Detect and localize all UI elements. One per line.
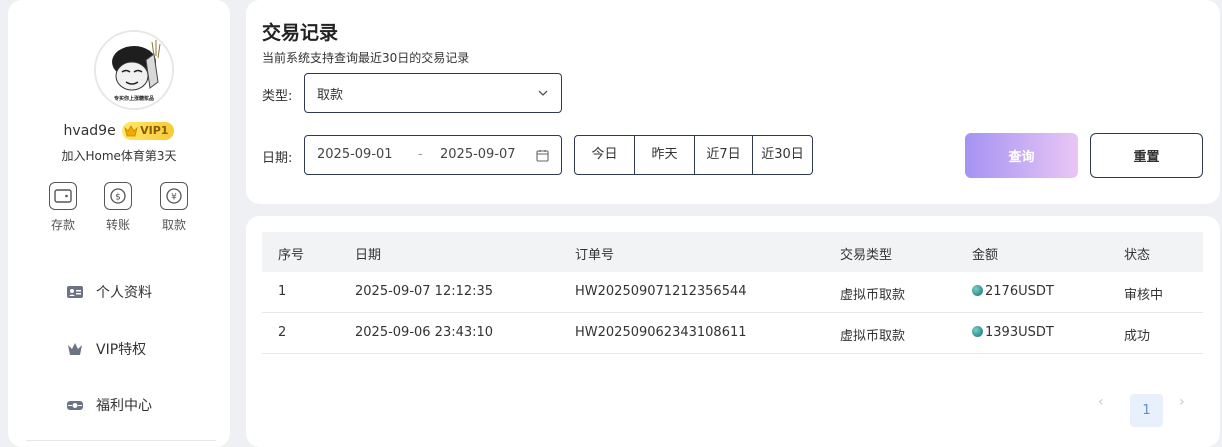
cell-type: 虚拟币取款 (840, 288, 906, 303)
deposit-button[interactable]: 存款 (35, 182, 91, 233)
cell-status: 成功 (1124, 329, 1151, 344)
cell-no: 2 (278, 325, 287, 340)
type-select-value: 取款 (317, 87, 344, 103)
amount-value: 1393USDT (985, 325, 1054, 340)
usdt-coin-icon (972, 285, 983, 296)
table-header: 序号 日期 订单号 交易类型 金额 状态 (262, 232, 1203, 272)
reset-button[interactable]: 重置 (1090, 133, 1203, 178)
page-title: 交易记录 (262, 22, 339, 44)
quick-range-group: 今日 昨天 近7日 近30日 (574, 135, 813, 175)
sidebar-item-label: VIP特权 (96, 342, 147, 358)
sidebar-item-profile[interactable]: 个人资料 (66, 278, 216, 306)
prev-page-button[interactable]: ‹ (1098, 394, 1104, 410)
range-today-button[interactable]: 今日 (575, 136, 634, 174)
usdt-coin-icon (972, 326, 983, 337)
cell-status: 审核中 (1124, 288, 1164, 303)
cell-order: HW202509071212356544 (575, 284, 747, 299)
crown-icon (68, 343, 82, 355)
username: hvad9e (63, 123, 116, 139)
cell-order: HW202509062343108611 (575, 325, 747, 340)
type-select[interactable]: 取款 (304, 73, 562, 113)
records-table-panel: 序号 日期 订单号 交易类型 金额 状态 1 2025-09-07 12:12:… (246, 216, 1220, 447)
wallet-icon (49, 182, 77, 210)
cell-type: 虚拟币取款 (840, 329, 906, 344)
yen-icon: ¥ (160, 182, 188, 210)
column-header: 状态 (1124, 248, 1151, 263)
sidebar-item-label: 个人资料 (96, 285, 152, 301)
filter-panel: 交易记录 当前系统支持查询最近30日的交易记录 类型: 取款 日期: 2025-… (246, 0, 1220, 204)
column-header: 金额 (972, 248, 999, 263)
id-card-icon (67, 286, 83, 298)
cell-amount: 1393USDT (972, 325, 1054, 340)
date-end-input[interactable]: 2025-09-07 (440, 147, 516, 162)
cell-amount: 2176USDT (972, 284, 1054, 299)
svg-text:$: $ (115, 193, 121, 203)
column-header: 日期 (355, 248, 382, 263)
date-range-picker[interactable]: 2025-09-01 - 2025-09-07 (304, 135, 562, 175)
type-label: 类型: (262, 89, 293, 104)
vip-badge[interactable]: VIP1 (122, 122, 175, 140)
chevron-down-icon (538, 90, 548, 96)
sidebar: 专买你上涨糖浆品 hvad9e VIP1 加入Home体育第3天 存款 $ 转账… (8, 0, 230, 447)
amount-value: 2176USDT (985, 284, 1054, 299)
column-header: 交易类型 (840, 248, 893, 263)
join-days-text: 加入Home体育第3天 (61, 149, 177, 163)
vip-crown-icon (124, 125, 138, 137)
sidebar-item-vip[interactable]: VIP特权 (66, 335, 216, 363)
page-subtitle: 当前系统支持查询最近30日的交易记录 (262, 51, 470, 65)
range-30days-button[interactable]: 近30日 (752, 136, 812, 174)
cell-date: 2025-09-06 23:43:10 (355, 325, 494, 340)
column-header: 序号 (278, 248, 305, 263)
cell-no: 1 (278, 284, 287, 299)
svg-text:¥: ¥ (171, 193, 177, 203)
avatar[interactable]: 专买你上涨糖浆品 (94, 30, 174, 110)
date-start-input[interactable]: 2025-09-01 (317, 147, 393, 162)
transfer-label: 转账 (105, 218, 130, 232)
next-page-button[interactable]: › (1179, 394, 1185, 410)
user-row: hvad9e VIP1 (8, 122, 230, 140)
transfer-button[interactable]: $ 转账 (90, 182, 146, 233)
transfer-icon: $ (104, 182, 132, 210)
withdraw-label: 取款 (161, 218, 186, 232)
sidebar-item-welfare[interactable]: 福利中心 (66, 391, 216, 419)
sidebar-divider (26, 440, 216, 441)
date-label: 日期: (262, 151, 293, 166)
gift-icon (67, 401, 83, 410)
range-7days-button[interactable]: 近7日 (694, 136, 752, 174)
date-separator: - (418, 147, 423, 162)
avatar-caption: 专买你上涨糖浆品 (113, 96, 154, 102)
sidebar-item-label: 福利中心 (96, 398, 152, 414)
page-number-button[interactable]: 1 (1130, 394, 1163, 427)
table-row[interactable]: 2 2025-09-06 23:43:10 HW2025090623431086… (262, 313, 1203, 354)
query-button[interactable]: 查询 (965, 133, 1078, 178)
deposit-label: 存款 (50, 218, 75, 232)
table-row[interactable]: 1 2025-09-07 12:12:35 HW2025090712123565… (262, 272, 1203, 313)
calendar-icon[interactable] (536, 149, 549, 162)
cell-date: 2025-09-07 12:12:35 (355, 284, 494, 299)
column-header: 订单号 (575, 248, 615, 263)
vip-label: VIP1 (140, 124, 169, 137)
range-yesterday-button[interactable]: 昨天 (634, 136, 694, 174)
withdraw-button[interactable]: ¥ 取款 (146, 182, 202, 233)
